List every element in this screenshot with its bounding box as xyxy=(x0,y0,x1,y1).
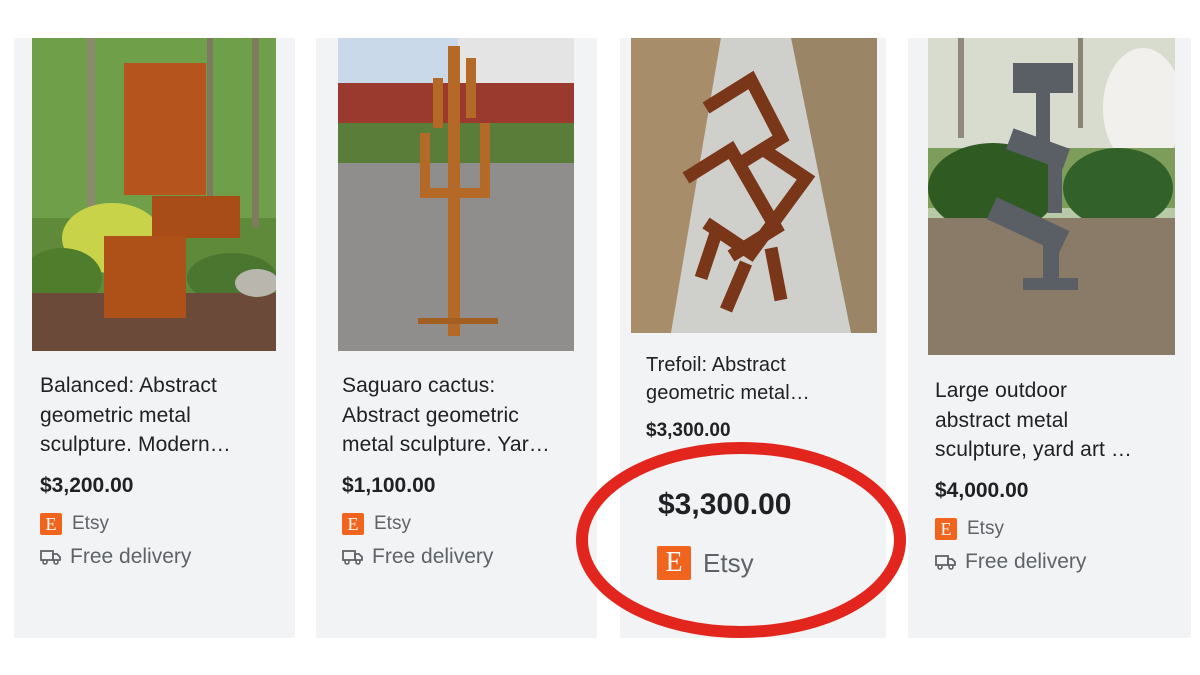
product-card-large-outdoor[interactable]: Large outdoor abstract metal sculpture, … xyxy=(908,38,1191,638)
title-line: sculpture. Modern… xyxy=(40,433,231,456)
title-line: metal sculpture. Yar… xyxy=(342,433,550,456)
product-image-large-outdoor[interactable] xyxy=(928,38,1175,355)
product-title[interactable]: Trefoil: Abstract geometric metal… xyxy=(646,351,876,407)
red-circle-annotation xyxy=(576,442,906,638)
delivery-info: Free delivery xyxy=(40,545,191,569)
seller-name: Etsy xyxy=(967,518,1004,539)
title-line: Large outdoor xyxy=(935,379,1068,402)
seller-name: Etsy xyxy=(374,513,411,534)
product-image-balanced[interactable] xyxy=(32,38,276,351)
seller-info[interactable]: E Etsy xyxy=(935,518,1004,540)
delivery-info: Free delivery xyxy=(935,550,1086,574)
product-title[interactable]: Balanced: Abstract geometric metal sculp… xyxy=(40,371,285,460)
etsy-logo-icon: E xyxy=(342,513,364,535)
delivery-label: Free delivery xyxy=(965,550,1087,573)
title-line: Balanced: Abstract xyxy=(40,374,217,397)
product-title[interactable]: Saguaro cactus: Abstract geometric metal… xyxy=(342,371,587,460)
product-image-saguaro[interactable] xyxy=(338,38,574,351)
title-line: sculpture, yard art … xyxy=(935,438,1133,461)
product-image-trefoil[interactable] xyxy=(631,38,877,333)
title-line: abstract metal xyxy=(935,408,1069,432)
seller-info[interactable]: E Etsy xyxy=(342,513,411,535)
title-line: Saguaro cactus: xyxy=(342,374,496,397)
delivery-label: Free delivery xyxy=(372,545,494,568)
seller-info[interactable]: E Etsy xyxy=(40,513,109,535)
title-line: geometric metal… xyxy=(646,382,810,404)
truck-icon xyxy=(935,555,956,570)
etsy-logo-icon: E xyxy=(40,513,62,535)
seller-name: Etsy xyxy=(72,513,109,534)
title-line: geometric metal xyxy=(40,403,191,427)
truck-icon xyxy=(40,550,61,565)
title-line: Abstract geometric xyxy=(342,403,519,427)
product-price: $4,000.00 xyxy=(935,479,1029,502)
truck-icon xyxy=(342,550,363,565)
highlight-annotation: $3,300.00 E Etsy xyxy=(575,440,907,640)
product-price: $3,300.00 xyxy=(646,420,731,441)
delivery-info: Free delivery xyxy=(342,545,493,569)
etsy-logo-icon: E xyxy=(935,518,957,540)
title-line: Trefoil: Abstract xyxy=(646,354,786,376)
product-price: $1,100.00 xyxy=(342,474,436,497)
product-card-balanced[interactable]: Balanced: Abstract geometric metal sculp… xyxy=(14,38,295,638)
product-card-saguaro[interactable]: Saguaro cactus: Abstract geometric metal… xyxy=(316,38,597,638)
product-price: $3,200.00 xyxy=(40,474,134,497)
product-title[interactable]: Large outdoor abstract metal sculpture, … xyxy=(935,376,1185,465)
delivery-label: Free delivery xyxy=(70,545,192,568)
